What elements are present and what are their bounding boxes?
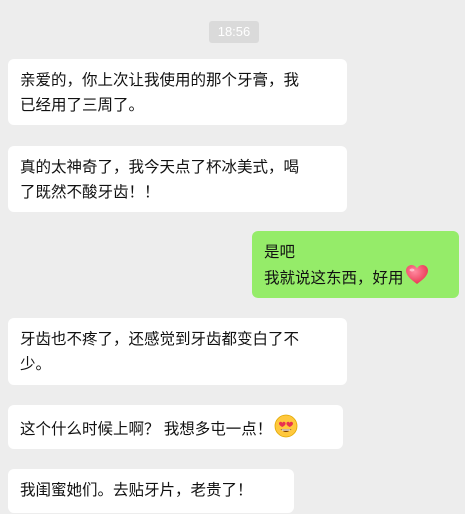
message-bubble-received[interactable]: 这个什么时候上啊？ 我想多屯一点！ [8, 405, 343, 449]
message-text-line: 少。 [20, 356, 52, 373]
chat-timestamp: 18:56 [209, 21, 259, 43]
message-text-line: 这个什么时候上啊？ 我想多屯一点！ [20, 414, 331, 446]
message-bubble-received[interactable]: 真的太神奇了，我今天点了杯冰美式，喝 了既然不酸牙齿！！ [8, 146, 347, 212]
message-text: 这个什么时候上啊？ 我想多屯一点！ [20, 421, 273, 439]
heart-emoji [405, 265, 428, 293]
message-text-line: 了既然不酸牙齿！！ [20, 184, 160, 201]
message-bubble-received[interactable]: 牙齿也不疼了，还感觉到牙齿都变白了不 少。 [8, 318, 347, 385]
message-bubble-received[interactable]: 我闺蜜她们。去贴牙片，老贵了！ [8, 469, 294, 513]
message-text-line: 我闺蜜她们。去贴牙片，老贵了！ [20, 482, 253, 499]
message-text: 我就说这东西，好用 [264, 270, 404, 288]
message-text-line: 已经用了三周了。 [20, 97, 145, 114]
message-text-line: 牙齿也不疼了，还感觉到牙齿都变白了不 [20, 331, 300, 348]
message-text-line: 真的太神奇了，我今天点了杯冰美式，喝 [20, 159, 300, 176]
heart-eyes-emoji [274, 414, 298, 446]
message-bubble-sent[interactable]: 是吧 我就说这东西，好用 [252, 231, 459, 298]
message-text-line: 亲爱的，你上次让我使用的那个牙膏，我 [20, 72, 300, 89]
message-bubble-received[interactable]: 亲爱的，你上次让我使用的那个牙膏，我 已经用了三周了。 [8, 59, 347, 125]
message-text-line: 我就说这东西，好用 [264, 265, 447, 293]
message-text-line: 是吧 [264, 244, 296, 261]
